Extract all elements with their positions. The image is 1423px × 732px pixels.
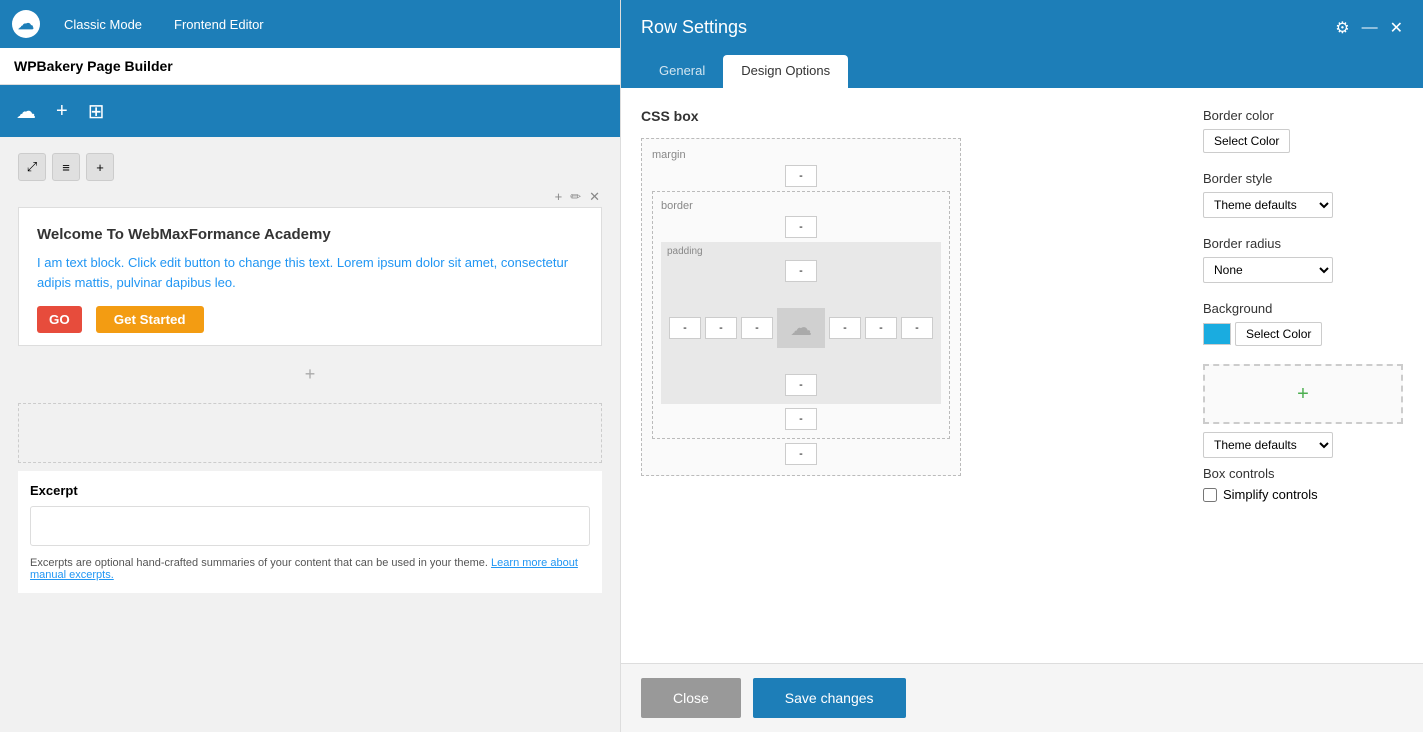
content-placeholder-icon: ☁ xyxy=(777,308,825,348)
padding-bottom-input[interactable] xyxy=(785,374,817,396)
content-heading: Welcome To WebMaxFormance Academy xyxy=(37,226,583,243)
padding-label: padding xyxy=(667,246,703,257)
builder-title: WPBakery Page Builder xyxy=(0,48,620,85)
tab-general[interactable]: General xyxy=(641,55,723,88)
builder-toolbar: ☁ + ⊞ xyxy=(0,85,620,137)
background-group: Background Select Color xyxy=(1203,301,1403,346)
edit-block-icon[interactable]: ✏ xyxy=(570,189,581,205)
row-settings-modal: Row Settings ⚙ — ✕ General Design Option… xyxy=(620,0,1423,732)
margin-bottom-input[interactable] xyxy=(785,443,817,465)
cloud-placeholder-icon: ☁ xyxy=(790,315,812,341)
get-started-button[interactable]: Get Started xyxy=(96,306,204,333)
border-style-label: Border style xyxy=(1203,171,1403,186)
css-box-container: margin border padding xyxy=(641,138,961,476)
box-controls-label: Box controls xyxy=(1203,466,1403,481)
padding-left-input[interactable] xyxy=(741,317,773,339)
simplify-controls-label: Simplify controls xyxy=(1223,487,1318,502)
add-gradient-button[interactable]: + xyxy=(1203,364,1403,424)
border-area: border padding xyxy=(652,191,950,439)
simplify-controls-row: Simplify controls xyxy=(1203,487,1403,502)
add-block-icon[interactable]: + xyxy=(555,189,563,205)
simplify-controls-checkbox[interactable] xyxy=(1203,488,1217,502)
modal-footer: Close Save changes xyxy=(621,663,1423,732)
plus-icon: + xyxy=(1297,383,1309,406)
box-controls-section: Box controls Simplify controls xyxy=(1203,466,1403,502)
excerpt-section: Excerpt Excerpts are optional hand-craft… xyxy=(18,471,602,593)
padding-area: padding ☁ xyxy=(661,242,941,404)
close-button[interactable]: Close xyxy=(641,678,741,718)
frontend-editor-button[interactable]: Frontend Editor xyxy=(166,13,272,36)
background-label: Background xyxy=(1203,301,1403,316)
add-element-icon[interactable]: + xyxy=(56,100,68,123)
border-color-group: Border color Select Color xyxy=(1203,108,1403,153)
border-radius-group: Border radius None xyxy=(1203,236,1403,283)
modal-header: Row Settings ⚙ — ✕ xyxy=(621,0,1423,55)
cloud-icon[interactable]: ☁ xyxy=(16,99,36,124)
margin-right-input[interactable] xyxy=(901,317,933,339)
excerpt-input[interactable] xyxy=(30,506,590,546)
margin-top-input[interactable] xyxy=(785,165,817,187)
border-style-group: Border style Theme defaults xyxy=(1203,171,1403,218)
row-controls: ⤢ ≡ + xyxy=(10,147,610,187)
border-bottom-input[interactable] xyxy=(785,408,817,430)
border-label: border xyxy=(661,200,941,212)
margin-label: margin xyxy=(652,149,950,161)
css-box-section: CSS box margin border paddi xyxy=(641,108,1179,643)
modal-title: Row Settings xyxy=(641,17,747,38)
top-bar: ☁ Classic Mode Frontend Editor xyxy=(0,0,620,48)
modal-close-icon[interactable]: ✕ xyxy=(1390,18,1403,38)
go-button[interactable]: GO xyxy=(37,306,82,333)
settings-icon[interactable]: ⚙ xyxy=(1335,18,1349,38)
save-changes-button[interactable]: Save changes xyxy=(753,678,906,718)
theme-defaults-select[interactable]: Theme defaults xyxy=(1203,432,1333,458)
canvas-area: ⤢ ≡ + + ✏ ✕ Welcome To WebMaxFormance Ac… xyxy=(0,137,620,611)
border-radius-label: Border radius xyxy=(1203,236,1403,251)
background-color-button[interactable]: Select Color xyxy=(1235,322,1322,346)
padding-right-input[interactable] xyxy=(829,317,861,339)
add-row-plus[interactable]: + xyxy=(10,354,610,395)
border-color-button[interactable]: Select Color xyxy=(1203,129,1290,153)
empty-row xyxy=(18,403,602,463)
settings-panel: Border color Select Color Border style T… xyxy=(1203,108,1403,643)
minimize-icon[interactable]: — xyxy=(1362,19,1378,37)
modal-body: CSS box margin border paddi xyxy=(621,88,1423,663)
classic-mode-button[interactable]: Classic Mode xyxy=(56,13,150,36)
border-radius-select[interactable]: None xyxy=(1203,257,1333,283)
grid-icon[interactable]: ⊞ xyxy=(88,99,105,124)
menu-row-button[interactable]: ≡ xyxy=(52,153,80,181)
modal-header-icons: ⚙ — ✕ xyxy=(1335,18,1403,38)
css-box-title: CSS box xyxy=(641,108,1179,124)
add-row-button[interactable]: + xyxy=(86,153,114,181)
delete-block-icon[interactable]: ✕ xyxy=(589,189,600,205)
border-style-select[interactable]: Theme defaults xyxy=(1203,192,1333,218)
content-block: Welcome To WebMaxFormance Academy I am t… xyxy=(18,207,602,346)
background-color-swatch[interactable] xyxy=(1203,323,1231,345)
move-row-button[interactable]: ⤢ xyxy=(18,153,46,181)
border-right-input[interactable] xyxy=(865,317,897,339)
border-top-input[interactable] xyxy=(785,216,817,238)
modal-tabs: General Design Options xyxy=(621,55,1423,88)
padding-top-input[interactable] xyxy=(785,260,817,282)
tab-design-options[interactable]: Design Options xyxy=(723,55,848,88)
content-body: I am text block. Click edit button to ch… xyxy=(37,253,583,292)
margin-left-input[interactable] xyxy=(669,317,701,339)
border-left-input[interactable] xyxy=(705,317,737,339)
excerpt-label: Excerpt xyxy=(30,483,590,498)
background-color-row: Select Color xyxy=(1203,322,1403,346)
border-color-label: Border color xyxy=(1203,108,1403,123)
excerpt-note: Excerpts are optional hand-crafted summa… xyxy=(30,557,590,581)
logo-icon: ☁ xyxy=(12,10,40,38)
